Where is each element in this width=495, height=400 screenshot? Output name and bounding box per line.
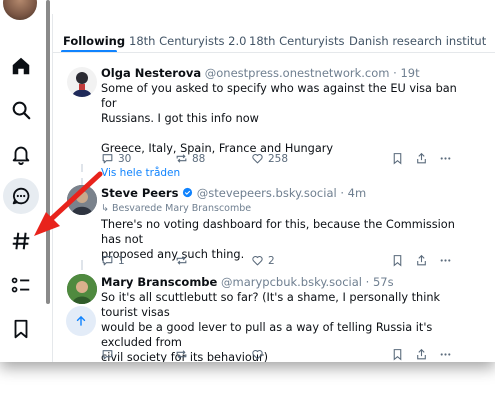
arrow-up-icon [76, 315, 86, 326]
more-icon [440, 353, 451, 356]
scroll-to-top-button[interactable] [66, 306, 96, 336]
share-button[interactable] [415, 348, 428, 361]
tab-danish-research[interactable]: Danish research institut [349, 34, 486, 48]
tab-18th-centuryists-2[interactable]: 18th Centuryists 2.0 [129, 34, 246, 48]
feed-tabs: Following 18th Centuryists 2.0 18th Cent… [53, 14, 495, 53]
repost-icon [176, 154, 187, 163]
more-icon [440, 157, 451, 160]
bookmark-icon[interactable] [9, 317, 33, 341]
more-options-button[interactable] [439, 254, 452, 267]
reply-icon [102, 256, 113, 266]
more-options-button[interactable] [439, 152, 452, 165]
post-time[interactable]: 4m [348, 186, 367, 200]
repost-button[interactable]: 88 [175, 152, 205, 165]
repost-icon [176, 350, 187, 359]
bookmark-post-button[interactable] [391, 152, 404, 165]
heart-icon [252, 154, 263, 164]
tab-following[interactable]: Following [63, 34, 125, 48]
post-actions: 30 88 258 [101, 152, 486, 168]
author-handle[interactable]: @marypcbuk.bsky.social [221, 275, 362, 289]
reply-button[interactable]: 30 [101, 152, 131, 165]
text-line: Russians. I got this info now [101, 112, 259, 125]
separator: · [389, 66, 401, 80]
tab-18th-centuryists[interactable]: 18th Centuryists [249, 34, 345, 48]
separator: · [361, 275, 373, 289]
avatar[interactable] [67, 67, 97, 97]
heart-icon [252, 256, 263, 266]
post-text: Some of you asked to specify who was aga… [101, 81, 473, 156]
verified-badge-icon [183, 187, 193, 198]
reply-icon [102, 154, 113, 164]
more-icon [440, 259, 451, 262]
lists-icon[interactable] [9, 273, 33, 297]
author-name[interactable]: Steve Peers [101, 186, 178, 200]
author-name[interactable]: Mary Branscombe [101, 275, 217, 289]
text-line: Some of you asked to specify who was aga… [101, 82, 457, 110]
reply-count: 30 [118, 152, 132, 165]
reply-icon [102, 350, 113, 360]
feeds-hashtag-icon[interactable] [9, 229, 33, 253]
post-steve[interactable]: Steve Peers @stevepeers.bsky.social · 4m… [53, 182, 495, 270]
author-handle[interactable]: @stevepeers.bsky.social [197, 186, 337, 200]
post-header: Steve Peers @stevepeers.bsky.social · 4m [101, 186, 366, 200]
repost-button[interactable] [175, 348, 192, 361]
bookmark-post-button[interactable] [391, 254, 404, 267]
thread-connector [81, 260, 83, 270]
post-time[interactable]: 19t [400, 66, 419, 80]
text-line [101, 126, 473, 141]
more-options-button[interactable] [439, 348, 452, 361]
repost-button[interactable] [175, 254, 192, 267]
user-avatar[interactable] [3, 0, 37, 20]
repost-count: 88 [192, 152, 206, 165]
notifications-bell-icon[interactable] [9, 142, 33, 166]
like-button[interactable] [251, 348, 268, 361]
text-line: would be a good lever to pull as a way o… [101, 321, 433, 349]
reply-button[interactable] [101, 348, 118, 361]
like-button[interactable]: 2 [251, 254, 275, 267]
avatar[interactable] [67, 274, 97, 304]
post-actions [101, 348, 486, 362]
text-line: So it's all scuttlebutt so far? (It's a … [101, 291, 441, 319]
reply-context[interactable]: ↳ Besvarede Mary Branscombe [101, 203, 251, 214]
left-sidebar [0, 0, 48, 362]
reply-to-text: Besvarede Mary Branscombe [111, 203, 252, 214]
bookmark-post-button[interactable] [391, 348, 404, 361]
show-full-thread-link[interactable]: Vis hele tråden [101, 167, 180, 179]
post-mary[interactable]: Mary Branscombe @marypcbuk.bsky.social ·… [53, 270, 495, 362]
reply-count: 1 [118, 254, 125, 267]
bookmark-icon [393, 255, 402, 267]
share-icon [417, 348, 426, 360]
post-actions: 1 2 [101, 254, 486, 270]
post-time[interactable]: 57s [373, 275, 394, 289]
post-header: Mary Branscombe @marypcbuk.bsky.social ·… [101, 275, 394, 289]
reply-arrow-icon: ↳ [101, 203, 112, 214]
app-window: Following 18th Centuryists 2.0 18th Cent… [0, 0, 495, 362]
avatar[interactable] [67, 185, 97, 215]
heart-icon [252, 350, 263, 360]
post-olga[interactable]: Olga Nesterova @onestpress.onestnetwork.… [53, 54, 495, 165]
share-button[interactable] [415, 254, 428, 267]
text-line: There's no voting dashboard for this, be… [101, 218, 455, 246]
feed-column: Following 18th Centuryists 2.0 18th Cent… [52, 14, 495, 362]
bookmark-icon [393, 349, 402, 361]
active-tab-indicator [61, 50, 117, 52]
author-handle[interactable]: @onestpress.onestnetwork.com [205, 66, 390, 80]
separator: · [336, 186, 348, 200]
share-icon [417, 152, 426, 164]
repost-icon [176, 256, 187, 265]
bookmark-icon [393, 153, 402, 165]
reply-button[interactable]: 1 [101, 254, 125, 267]
post-header: Olga Nesterova @onestpress.onestnetwork.… [101, 66, 420, 80]
like-count: 2 [268, 254, 275, 267]
home-icon[interactable] [9, 54, 33, 78]
sidebar-scrollbar[interactable] [46, 0, 50, 304]
like-count: 258 [268, 152, 289, 165]
thread-connector [81, 164, 83, 172]
search-icon[interactable] [9, 98, 33, 122]
chat-icon[interactable] [3, 178, 39, 214]
author-name[interactable]: Olga Nesterova [101, 66, 201, 80]
like-button[interactable]: 258 [251, 152, 288, 165]
share-icon [417, 254, 426, 266]
share-button[interactable] [415, 152, 428, 165]
